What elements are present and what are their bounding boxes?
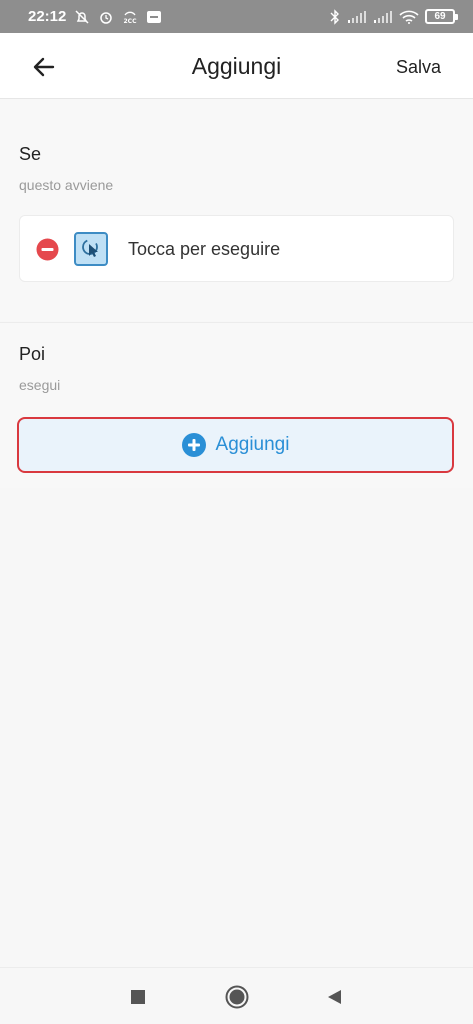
back-nav-button[interactable] <box>322 985 346 1009</box>
if-section-subtitle: questo avviene <box>19 177 114 193</box>
battery-level: 69 <box>434 11 446 22</box>
recents-button[interactable] <box>126 985 150 1009</box>
alarm-icon <box>98 9 114 25</box>
status-left: 22:12 2CC <box>28 8 162 25</box>
add-action-button[interactable]: Aggiungi <box>17 417 454 473</box>
plus-circle-icon <box>181 433 206 457</box>
save-button[interactable]: Salva <box>396 57 441 78</box>
then-section-title: Poi <box>19 344 46 364</box>
trigger-card[interactable]: Tocca per eseguire <box>19 215 454 282</box>
if-section-title: Se <box>19 144 42 164</box>
wifi-icon <box>399 10 419 24</box>
battery-icon: 69 <box>425 9 458 24</box>
navigation-bar <box>0 967 473 1024</box>
recents-square-icon <box>131 990 145 1004</box>
back-triangle-icon <box>328 990 341 1004</box>
tap-icon <box>74 232 108 266</box>
signal-icon <box>347 10 367 24</box>
home-button[interactable] <box>225 985 249 1009</box>
app-notification-icon <box>146 9 162 25</box>
signal-icon <box>373 10 393 24</box>
remove-circle-icon[interactable] <box>36 238 59 261</box>
then-section-subtitle: esegui <box>19 377 61 393</box>
bluetooth-icon <box>329 8 341 25</box>
status-right: 69 <box>329 8 458 25</box>
2cc-icon: 2CC <box>122 9 138 25</box>
add-action-label: Aggiungi <box>215 434 290 455</box>
notifications-off-icon <box>74 9 90 25</box>
then-section: Poi esegui Aggiungi <box>0 322 473 488</box>
if-section: Se questo avviene Tocca per eseguire <box>0 100 473 321</box>
status-bar: 22:12 2CC 69 <box>0 0 473 33</box>
app-bar: Aggiungi Salva <box>0 33 473 99</box>
svg-text:2CC: 2CC <box>124 18 138 25</box>
status-time: 22:12 <box>28 8 67 25</box>
trigger-label: Tocca per eseguire <box>128 239 281 259</box>
home-circle-icon <box>225 985 249 1009</box>
